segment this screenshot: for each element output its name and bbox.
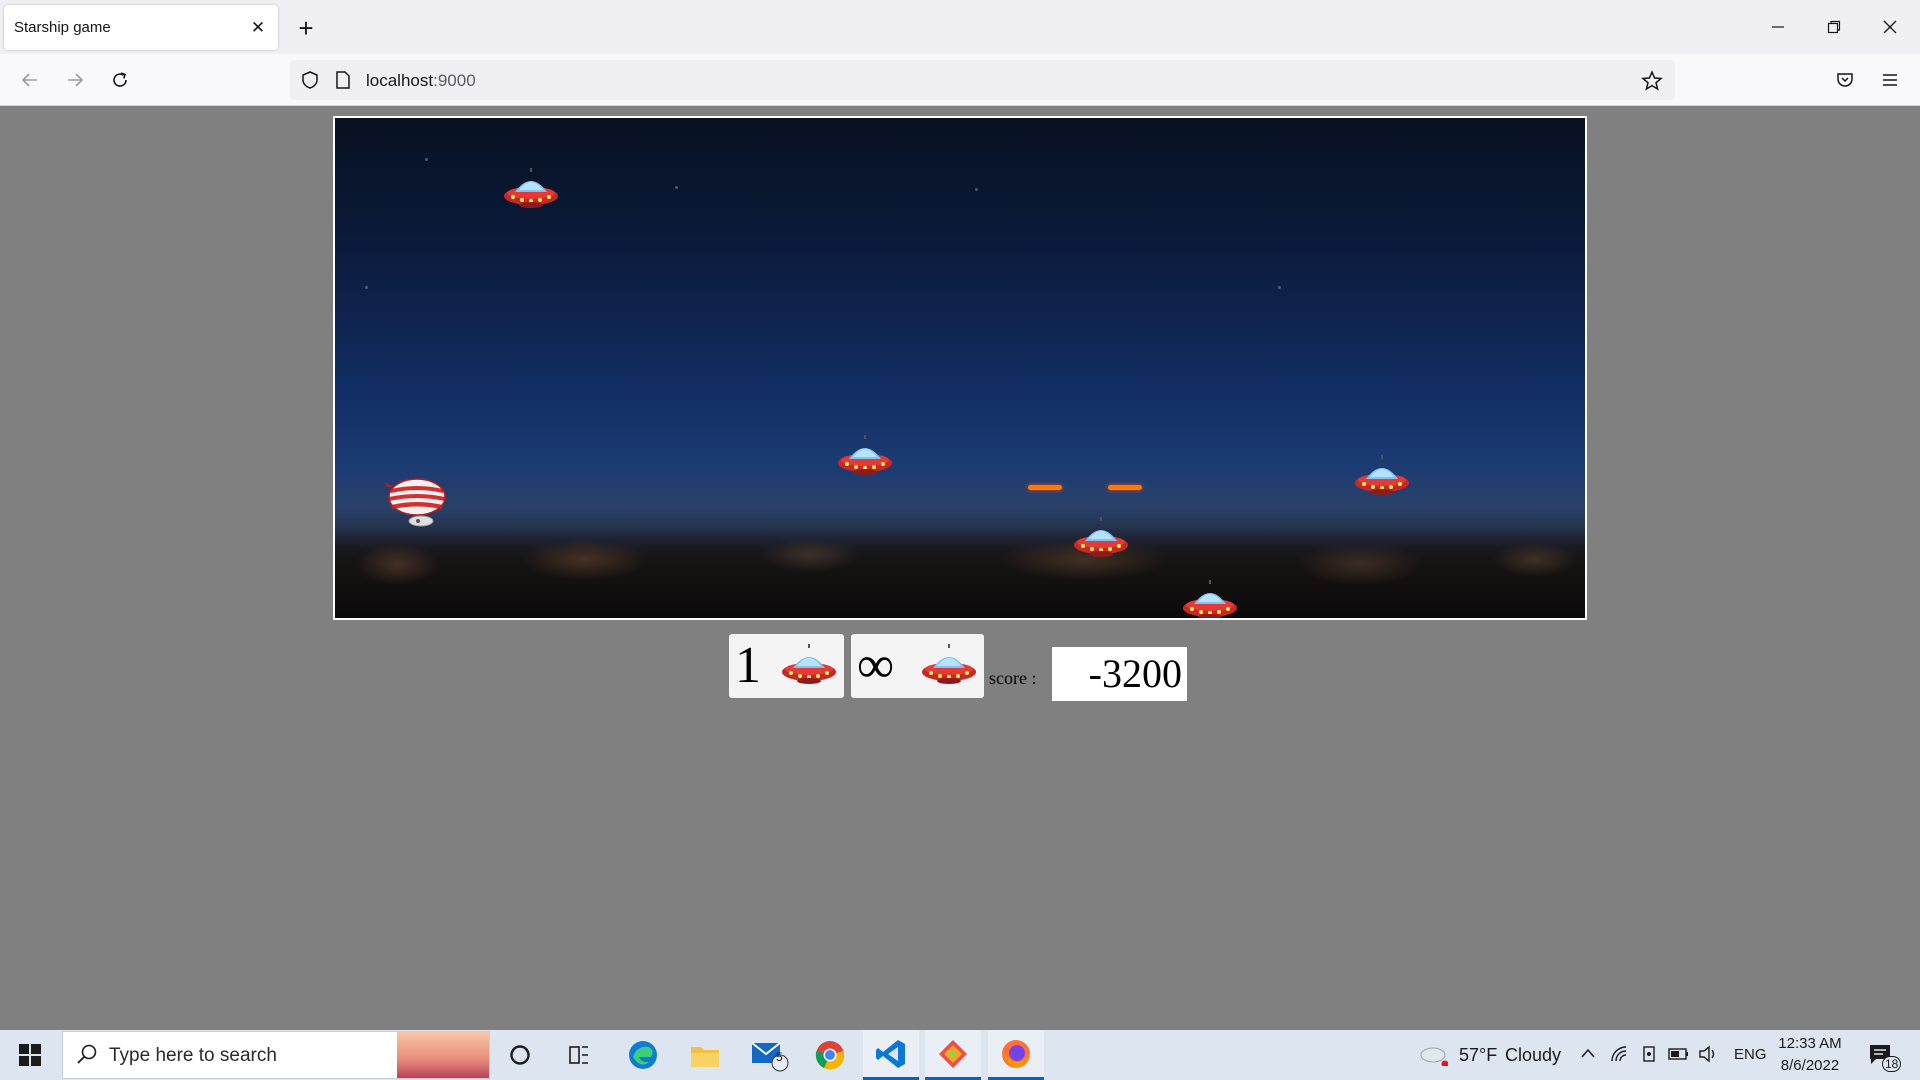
start-button[interactable]	[0, 1030, 60, 1080]
cloudy-weather-icon[interactable]	[1418, 1042, 1448, 1066]
url-port: :9000	[433, 71, 476, 90]
notification-badge: 18	[1882, 1056, 1902, 1072]
minimize-button[interactable]	[1760, 10, 1796, 44]
mail-badge: 5	[776, 1050, 783, 1064]
forward-button[interactable]	[59, 64, 91, 96]
star	[365, 286, 368, 289]
url-host: localhost	[366, 71, 434, 90]
taskbar-search[interactable]: Type here to search	[62, 1031, 490, 1079]
forward-arrow-icon	[68, 73, 84, 87]
search-placeholder: Type here to search	[109, 1045, 277, 1066]
firefox-icon	[1002, 1039, 1030, 1068]
enemy-ufo	[1354, 455, 1410, 497]
mail-app[interactable]: 5	[742, 1030, 798, 1080]
enemy-ufo	[503, 168, 559, 210]
star	[675, 186, 678, 189]
git-diamond-icon	[939, 1039, 967, 1068]
search-highlight-image[interactable]	[397, 1032, 489, 1078]
lives-counter: 1	[729, 634, 844, 698]
weather-temperature[interactable]: 57°F	[1459, 1045, 1497, 1066]
ufo-icon	[781, 644, 837, 686]
url-text: localhost:9000	[366, 71, 476, 91]
edge-app[interactable]	[615, 1030, 671, 1080]
shield-icon[interactable]	[300, 70, 320, 90]
bombs-count: ∞	[857, 637, 895, 694]
close-tab-icon[interactable]: ✕	[248, 18, 268, 38]
file-explorer-app[interactable]	[677, 1030, 733, 1080]
reload-button[interactable]	[104, 64, 136, 96]
treeline-ground	[335, 528, 1585, 618]
windows-logo-icon	[19, 1044, 41, 1066]
device-icon[interactable]	[1640, 1045, 1658, 1063]
pocket-button[interactable]	[1829, 64, 1861, 96]
weather-condition[interactable]: Cloudy	[1505, 1045, 1561, 1066]
vscode-icon	[876, 1039, 905, 1068]
taskbar: Type here to search 5 57°F Cloudy ENG 12…	[0, 1030, 1920, 1080]
clock-time: 12:33 AM	[1778, 1035, 1842, 1052]
browser-tabbar: Starship game ✕ +	[0, 0, 1920, 54]
new-tab-button[interactable]: +	[292, 13, 320, 43]
vscode-app[interactable]	[863, 1030, 919, 1080]
enemy-ufo	[1073, 517, 1129, 559]
language-indicator[interactable]: ENG	[1734, 1046, 1767, 1063]
address-bar[interactable]: localhost:9000	[290, 60, 1675, 100]
task-view-icon	[569, 1046, 588, 1064]
page-icon	[336, 71, 350, 89]
browser-tab[interactable]: Starship game ✕	[4, 5, 278, 50]
chevron-up-icon[interactable]	[1580, 1047, 1596, 1061]
restore-button[interactable]	[1816, 10, 1852, 44]
battery-icon[interactable]	[1668, 1046, 1690, 1062]
bookmark-star-icon[interactable]	[1641, 70, 1663, 92]
back-arrow-icon	[21, 73, 37, 87]
game-canvas[interactable]	[333, 116, 1587, 620]
score-label: score :	[989, 668, 1037, 688]
browser-navbar: localhost:9000	[0, 54, 1920, 106]
lives-count: 1	[735, 637, 761, 694]
reload-icon	[113, 72, 127, 87]
task-view-button[interactable]	[551, 1030, 607, 1080]
star	[975, 188, 978, 191]
menu-button[interactable]	[1874, 64, 1906, 96]
ufo-icon	[921, 644, 977, 686]
enemy-ufo	[837, 435, 893, 477]
cortana-button[interactable]	[492, 1030, 548, 1080]
score-value: -3200	[1052, 647, 1187, 701]
laser-shot	[1028, 485, 1062, 490]
folder-icon	[691, 1047, 719, 1067]
laser-shot	[1108, 485, 1142, 490]
close-icon	[1883, 20, 1897, 34]
star	[1278, 286, 1281, 289]
player-zeppelin	[385, 478, 446, 527]
hamburger-menu-icon	[1883, 74, 1897, 86]
chrome-icon	[815, 1041, 845, 1070]
clock-date: 8/6/2022	[1780, 1057, 1840, 1074]
pocket-icon	[1837, 73, 1853, 87]
chrome-app[interactable]	[802, 1030, 858, 1080]
tab-title: Starship game	[14, 19, 111, 36]
system-clock[interactable]: 12:33 AM 8/6/2022	[1770, 1033, 1850, 1077]
close-window-button[interactable]	[1872, 10, 1908, 44]
enemy-ufo	[1182, 580, 1238, 620]
volume-icon[interactable]	[1698, 1045, 1718, 1063]
bombs-counter: ∞	[851, 634, 984, 698]
cortana-circle-icon	[510, 1045, 530, 1065]
mail-icon	[751, 1042, 789, 1072]
star	[425, 158, 428, 161]
minimize-icon	[1772, 26, 1784, 28]
back-button[interactable]	[14, 64, 46, 96]
edge-icon	[629, 1041, 657, 1069]
search-icon	[77, 1044, 97, 1064]
restore-icon	[1827, 20, 1841, 34]
wifi-icon[interactable]	[1610, 1045, 1630, 1063]
firefox-app[interactable]	[988, 1030, 1044, 1080]
gitkraken-app[interactable]	[925, 1030, 981, 1080]
